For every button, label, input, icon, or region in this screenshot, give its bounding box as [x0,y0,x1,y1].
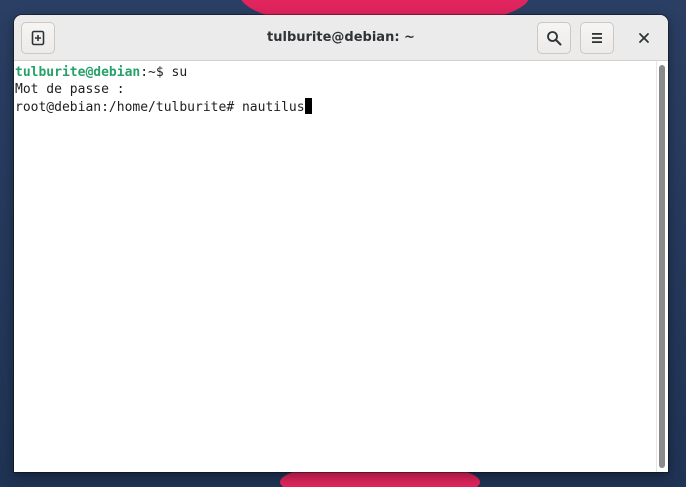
terminal-output[interactable]: tulburite@debian:~$ su Mot de passe : root… [14,61,656,472]
new-tab-icon [31,30,45,46]
hamburger-menu-icon [592,33,602,43]
terminal-line: Mot de passe : [15,81,656,98]
close-button[interactable] [628,22,660,54]
search-button[interactable] [537,22,571,54]
new-tab-button[interactable] [21,22,55,54]
terminal-window: tulburite@debian: ~ tulburite@debian:~$ … [14,15,668,472]
menu-button[interactable] [580,22,614,54]
root-command-line: root@debian:/home/tulburite# nautilus [15,100,305,115]
close-icon [639,33,649,43]
scrollbar[interactable] [656,61,668,472]
password-prompt: Mot de passe : [15,82,125,97]
terminal-line: tulburite@debian:~$ su [15,64,656,81]
text-cursor [304,98,312,114]
terminal-line: root@debian:/home/tulburite# nautilus [15,98,656,115]
search-icon [547,31,562,46]
prompt-command: :~$ su [140,65,188,80]
headerbar: tulburite@debian: ~ [14,15,668,61]
prompt-user-host: tulburite@debian [15,65,141,80]
scrollbar-thumb[interactable] [659,65,665,468]
